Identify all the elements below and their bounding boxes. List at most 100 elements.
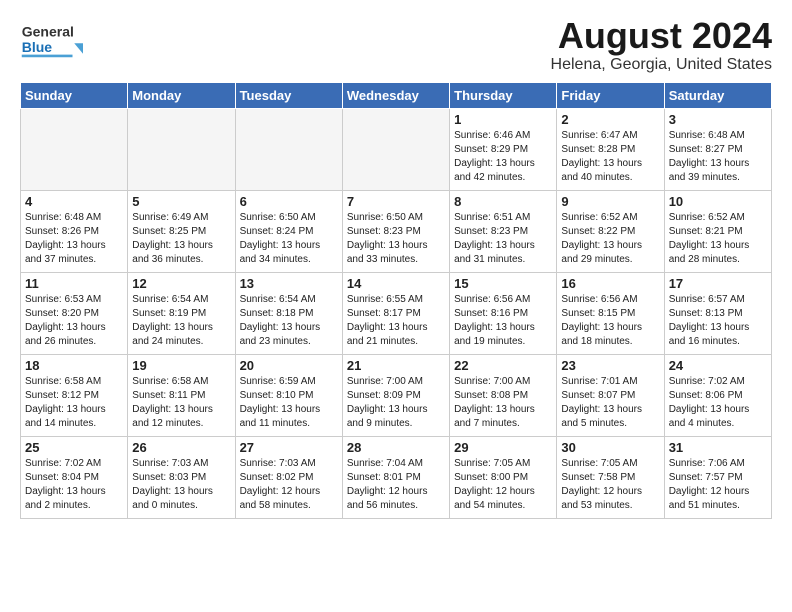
day-info: Sunrise: 7:02 AMSunset: 8:06 PMDaylight:… [669, 375, 767, 431]
calendar-day-cell: 20 Sunrise: 6:59 AMSunset: 8:10 PMDayligh… [235, 354, 342, 436]
header-friday: Friday [557, 82, 664, 108]
day-number: 3 [669, 112, 767, 127]
day-number: 29 [454, 440, 552, 455]
logo-svg: General Blue [20, 16, 90, 60]
day-number: 2 [561, 112, 659, 127]
day-info: Sunrise: 7:00 AMSunset: 8:08 PMDaylight:… [454, 375, 552, 431]
day-number: 21 [347, 358, 445, 373]
day-info: Sunrise: 6:54 AMSunset: 8:18 PMDaylight:… [240, 293, 338, 349]
header-saturday: Saturday [664, 82, 771, 108]
day-number: 5 [132, 194, 230, 209]
day-number: 20 [240, 358, 338, 373]
page: General Blue August 2024 Helena, Georgia… [0, 0, 792, 529]
logo: General Blue [20, 16, 90, 60]
day-info: Sunrise: 6:50 AMSunset: 8:24 PMDaylight:… [240, 211, 338, 267]
day-number: 11 [25, 276, 123, 291]
day-info: Sunrise: 6:56 AMSunset: 8:15 PMDaylight:… [561, 293, 659, 349]
calendar-day-cell: 28 Sunrise: 7:04 AMSunset: 8:01 PMDayligh… [342, 436, 449, 518]
day-info: Sunrise: 7:00 AMSunset: 8:09 PMDaylight:… [347, 375, 445, 431]
calendar-week-row: 18 Sunrise: 6:58 AMSunset: 8:12 PMDayligh… [21, 354, 772, 436]
svg-text:General: General [22, 23, 74, 39]
day-info: Sunrise: 7:06 AMSunset: 7:57 PMDaylight:… [669, 457, 767, 513]
day-number: 4 [25, 194, 123, 209]
day-info: Sunrise: 6:58 AMSunset: 8:12 PMDaylight:… [25, 375, 123, 431]
day-number: 19 [132, 358, 230, 373]
calendar-day-cell: 23Sunrise: 7:01 AMSunset: 8:07 PMDayligh… [557, 354, 664, 436]
day-number: 28 [347, 440, 445, 455]
day-number: 31 [669, 440, 767, 455]
page-subtitle: Helena, Georgia, United States [551, 56, 772, 74]
day-info: Sunrise: 7:02 AMSunset: 8:04 PMDaylight:… [25, 457, 123, 513]
day-number: 9 [561, 194, 659, 209]
day-info: Sunrise: 6:54 AMSunset: 8:19 PMDaylight:… [132, 293, 230, 349]
day-info: Sunrise: 6:55 AMSunset: 8:17 PMDaylight:… [347, 293, 445, 349]
day-number: 17 [669, 276, 767, 291]
calendar-day-cell: 18 Sunrise: 6:58 AMSunset: 8:12 PMDayligh… [21, 354, 128, 436]
header-sunday: Sunday [21, 82, 128, 108]
calendar-day-cell: 15 Sunrise: 6:56 AMSunset: 8:16 PMDayligh… [450, 272, 557, 354]
day-number: 27 [240, 440, 338, 455]
day-info: Sunrise: 7:05 AMSunset: 8:00 PMDaylight:… [454, 457, 552, 513]
day-number: 24 [669, 358, 767, 373]
calendar-week-row: 25 Sunrise: 7:02 AMSunset: 8:04 PMDayligh… [21, 436, 772, 518]
day-number: 6 [240, 194, 338, 209]
calendar-day-cell [21, 108, 128, 190]
day-number: 18 [25, 358, 123, 373]
calendar-day-cell: 17Sunrise: 6:57 AMSunset: 8:13 PMDayligh… [664, 272, 771, 354]
day-number: 1 [454, 112, 552, 127]
day-info: Sunrise: 7:03 AMSunset: 8:03 PMDaylight:… [132, 457, 230, 513]
calendar-day-cell: 19Sunrise: 6:58 AMSunset: 8:11 PMDayligh… [128, 354, 235, 436]
calendar-day-cell: 27Sunrise: 7:03 AMSunset: 8:02 PMDayligh… [235, 436, 342, 518]
calendar-day-cell: 7 Sunrise: 6:50 AMSunset: 8:23 PMDaylight… [342, 190, 449, 272]
calendar-week-row: 4Sunrise: 6:48 AMSunset: 8:26 PMDaylight… [21, 190, 772, 272]
day-info: Sunrise: 7:05 AMSunset: 7:58 PMDaylight:… [561, 457, 659, 513]
calendar-day-cell [128, 108, 235, 190]
header-wednesday: Wednesday [342, 82, 449, 108]
day-number: 10 [669, 194, 767, 209]
calendar-day-cell: 25 Sunrise: 7:02 AMSunset: 8:04 PMDayligh… [21, 436, 128, 518]
day-number: 16 [561, 276, 659, 291]
calendar-day-cell: 26Sunrise: 7:03 AMSunset: 8:03 PMDayligh… [128, 436, 235, 518]
calendar-header-row: Sunday Monday Tuesday Wednesday Thursday… [21, 82, 772, 108]
header-tuesday: Tuesday [235, 82, 342, 108]
day-number: 30 [561, 440, 659, 455]
page-title: August 2024 [551, 16, 772, 56]
day-info: Sunrise: 6:48 AMSunset: 8:27 PMDaylight:… [669, 129, 767, 185]
calendar-day-cell: 24 Sunrise: 7:02 AMSunset: 8:06 PMDayligh… [664, 354, 771, 436]
day-info: Sunrise: 6:53 AMSunset: 8:20 PMDaylight:… [25, 293, 123, 349]
day-info: Sunrise: 6:49 AMSunset: 8:25 PMDaylight:… [132, 211, 230, 267]
calendar-day-cell: 29 Sunrise: 7:05 AMSunset: 8:00 PMDayligh… [450, 436, 557, 518]
day-number: 13 [240, 276, 338, 291]
svg-text:Blue: Blue [22, 39, 53, 55]
header-monday: Monday [128, 82, 235, 108]
day-info: Sunrise: 6:52 AMSunset: 8:21 PMDaylight:… [669, 211, 767, 267]
calendar-day-cell: 11 Sunrise: 6:53 AMSunset: 8:20 PMDayligh… [21, 272, 128, 354]
day-number: 25 [25, 440, 123, 455]
calendar-day-cell: 8Sunrise: 6:51 AMSunset: 8:23 PMDaylight… [450, 190, 557, 272]
calendar-day-cell: 14 Sunrise: 6:55 AMSunset: 8:17 PMDayligh… [342, 272, 449, 354]
day-number: 14 [347, 276, 445, 291]
day-info: Sunrise: 6:52 AMSunset: 8:22 PMDaylight:… [561, 211, 659, 267]
day-info: Sunrise: 6:47 AMSunset: 8:28 PMDaylight:… [561, 129, 659, 185]
calendar-table: Sunday Monday Tuesday Wednesday Thursday… [20, 82, 772, 519]
calendar-day-cell: 4Sunrise: 6:48 AMSunset: 8:26 PMDaylight… [21, 190, 128, 272]
day-info: Sunrise: 7:04 AMSunset: 8:01 PMDaylight:… [347, 457, 445, 513]
calendar-day-cell: 2 Sunrise: 6:47 AMSunset: 8:28 PMDaylight… [557, 108, 664, 190]
calendar-day-cell: 3 Sunrise: 6:48 AMSunset: 8:27 PMDaylight… [664, 108, 771, 190]
calendar-week-row: 1 Sunrise: 6:46 AMSunset: 8:29 PMDaylight… [21, 108, 772, 190]
calendar-day-cell: 5 Sunrise: 6:49 AMSunset: 8:25 PMDaylight… [128, 190, 235, 272]
calendar-day-cell: 30 Sunrise: 7:05 AMSunset: 7:58 PMDayligh… [557, 436, 664, 518]
day-info: Sunrise: 6:50 AMSunset: 8:23 PMDaylight:… [347, 211, 445, 267]
calendar-day-cell: 21 Sunrise: 7:00 AMSunset: 8:09 PMDayligh… [342, 354, 449, 436]
day-number: 15 [454, 276, 552, 291]
day-number: 22 [454, 358, 552, 373]
header-thursday: Thursday [450, 82, 557, 108]
calendar-day-cell: 16 Sunrise: 6:56 AMSunset: 8:15 PMDayligh… [557, 272, 664, 354]
calendar-day-cell [235, 108, 342, 190]
day-number: 7 [347, 194, 445, 209]
day-info: Sunrise: 6:56 AMSunset: 8:16 PMDaylight:… [454, 293, 552, 349]
day-info: Sunrise: 6:46 AMSunset: 8:29 PMDaylight:… [454, 129, 552, 185]
day-number: 8 [454, 194, 552, 209]
calendar-day-cell: 10 Sunrise: 6:52 AMSunset: 8:21 PMDayligh… [664, 190, 771, 272]
day-info: Sunrise: 6:59 AMSunset: 8:10 PMDaylight:… [240, 375, 338, 431]
